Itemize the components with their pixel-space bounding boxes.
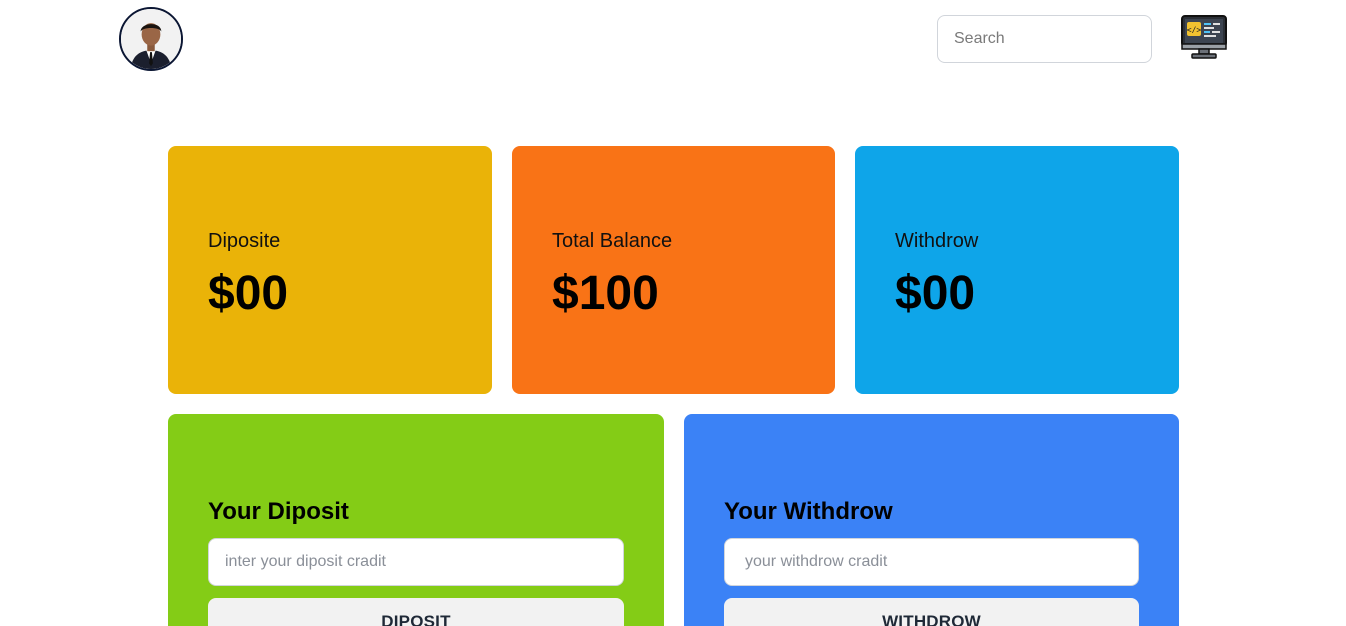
- withdraw-amount-input[interactable]: [724, 538, 1139, 586]
- withdraw-button[interactable]: WITHDROW: [724, 598, 1139, 626]
- deposit-panel-title: Your Diposit: [208, 498, 349, 525]
- withdraw-label: Withdrow: [895, 230, 979, 252]
- svg-text:</>: </>: [1187, 26, 1202, 35]
- total-balance-card: Total Balance $100: [512, 146, 835, 394]
- withdraw-panel: Your Withdrow WITHDROW: [684, 414, 1179, 626]
- avatar[interactable]: [119, 7, 183, 71]
- profile-photo-icon: [121, 9, 181, 69]
- deposit-panel: Your Diposit DIPOSIT: [168, 414, 664, 626]
- deposit-amount: $00: [208, 267, 289, 320]
- withdraw-panel-title: Your Withdrow: [724, 498, 893, 525]
- deposit-amount-input[interactable]: [208, 538, 624, 586]
- deposit-card: Diposite $00: [168, 146, 492, 394]
- withdraw-amount: $00: [895, 267, 976, 320]
- total-balance-amount: $100: [552, 267, 659, 320]
- total-balance-label: Total Balance: [552, 230, 673, 252]
- bank-dashboard: </> Diposite $00 Total Balance $100 With…: [0, 0, 1346, 626]
- deposit-button[interactable]: DIPOSIT: [208, 598, 624, 626]
- search-input[interactable]: [937, 15, 1152, 63]
- deposit-label: Diposite: [208, 230, 281, 252]
- withdraw-card: Withdrow $00: [855, 146, 1179, 394]
- developer-monitor-icon[interactable]: </>: [1180, 14, 1228, 60]
